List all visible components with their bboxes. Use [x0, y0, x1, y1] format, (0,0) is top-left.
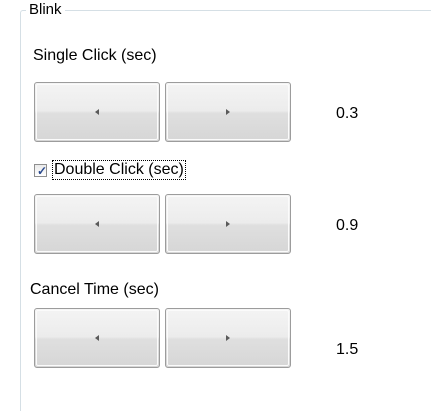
double-click-label[interactable]: Double Click (sec) — [52, 160, 186, 180]
cancel-time-label: Cancel Time (sec) — [30, 281, 159, 298]
arrow-left-icon — [95, 109, 99, 115]
double-click-value: 0.9 — [336, 217, 359, 234]
single-click-increase-button[interactable] — [165, 82, 291, 142]
arrow-right-icon — [226, 221, 230, 227]
arrow-right-icon — [226, 335, 230, 341]
double-click-checkbox[interactable]: ✓ — [34, 164, 47, 177]
single-click-value: 0.3 — [336, 105, 359, 122]
cancel-time-increase-button[interactable] — [165, 308, 291, 368]
arrow-left-icon — [95, 221, 99, 227]
double-click-increase-button[interactable] — [165, 194, 291, 254]
cancel-time-decrease-button[interactable] — [34, 308, 160, 368]
checkmark-icon: ✓ — [37, 164, 48, 178]
single-click-label: Single Click (sec) — [33, 47, 157, 64]
arrow-left-icon — [95, 335, 99, 341]
blink-group-title: Blink — [26, 0, 65, 20]
cancel-time-value: 1.5 — [336, 341, 359, 358]
single-click-decrease-button[interactable] — [34, 82, 160, 142]
arrow-right-icon — [226, 109, 230, 115]
double-click-decrease-button[interactable] — [34, 194, 160, 254]
